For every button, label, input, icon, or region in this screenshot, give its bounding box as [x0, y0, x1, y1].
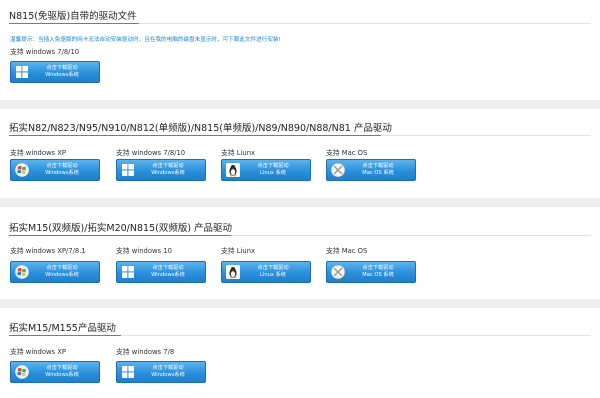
download-button[interactable]: 点击下载驱动 Windows系统 [10, 61, 100, 83]
download-button-windows[interactable]: 点击下载驱动 Windows系统 [116, 361, 206, 383]
button-sublabel: Windows系统 [45, 272, 79, 278]
button-sublabel: Windows系统 [45, 372, 79, 378]
button-label: 点击下载驱动 [152, 365, 184, 371]
button-sublabel: Windows系统 [151, 272, 185, 278]
support-label: 支持 windows 10 [116, 247, 172, 255]
notice-text: 温馨提示：当插入免驱版的网卡无法自动安装驱动时，且在我的电脑的磁盘未显示时，可下… [10, 37, 281, 43]
windows-xp-icon [15, 265, 29, 279]
linux-penguin-icon [226, 265, 240, 279]
section-title: 拓实M15/M155产品驱动 [9, 323, 116, 334]
button-label: 点击下载驱动 [362, 265, 394, 271]
support-label: 支持 windows 7/8 [116, 348, 175, 356]
download-button-mac-os[interactable]: 点击下载驱动 Mac OS 系统 [326, 159, 416, 181]
windows-icon [121, 265, 135, 279]
support-label: 支持 Liunx [221, 149, 256, 157]
button-label: 点击下载驱动 [362, 163, 394, 169]
windows-icon [15, 65, 29, 79]
support-label: 支持 windows 7/8/10 [10, 48, 80, 56]
button-sublabel: Linux 系统 [259, 272, 286, 278]
section-title: N815(免驱版)自带的驱动文件 [9, 11, 137, 22]
driver-section-n82-series: 拓实N82/N823/N95/N910/N812(单频版)/N815(单频版)/… [0, 109, 600, 198]
download-button-linux[interactable]: 点击下载驱动 Linux 系统 [221, 159, 311, 181]
windows-xp-icon [15, 365, 29, 379]
download-button-windows[interactable]: 点击下载驱动 Windows系统 [116, 159, 206, 181]
download-button-windows[interactable]: 点击下载驱动 Windows系统 [116, 261, 206, 283]
support-label: 支持 Mac OS [326, 247, 368, 255]
mac-os-icon [331, 265, 345, 279]
button-sublabel: Windows系统 [45, 72, 79, 78]
section-title: 拓实M15(双频版)/拓实M20/N815(双频版) 产品驱动 [9, 223, 233, 234]
support-label: 支持 windows XP/7/8.1 [10, 247, 86, 255]
button-sublabel: Windows系统 [151, 170, 185, 176]
linux-penguin-icon [226, 163, 240, 177]
button-label: 点击下载驱动 [257, 265, 289, 271]
windows-icon [121, 163, 135, 177]
driver-section-m15-m155: 拓实M15/M155产品驱动 支持 windows XP 点击下载驱动 Windo… [0, 308, 600, 398]
button-sublabel: Windows系统 [45, 170, 79, 176]
support-label: 支持 Liunx [221, 247, 256, 255]
support-label: 支持 windows XP [10, 149, 66, 157]
download-button-windows-xp[interactable]: 点击下载驱动 Windows系统 [10, 361, 100, 383]
section-divider [9, 135, 591, 136]
download-button-windows-xp[interactable]: 点击下载驱动 Windows系统 [10, 159, 100, 181]
button-label: 点击下载驱动 [152, 265, 184, 271]
button-sublabel: Linux 系统 [259, 170, 286, 176]
section-divider [9, 335, 591, 336]
button-sublabel: Windows系统 [151, 372, 185, 378]
button-label: 点击下载驱动 [46, 65, 78, 71]
download-button-linux[interactable]: 点击下载驱动 Linux 系统 [221, 261, 311, 283]
support-label: 支持 windows XP [10, 348, 66, 356]
section-title: 拓实N82/N823/N95/N910/N812(单频版)/N815(单频版)/… [9, 123, 392, 134]
windows-icon [121, 365, 135, 379]
button-label: 点击下载驱动 [46, 265, 78, 271]
windows-xp-icon [15, 163, 29, 177]
button-sublabel: Mac OS 系统 [362, 272, 394, 278]
download-button-mac-os[interactable]: 点击下载驱动 Mac OS 系统 [326, 261, 416, 283]
driver-section-m15-dualband: 拓实M15(双频版)/拓实M20/N815(双频版) 产品驱动 支持 windo… [0, 207, 600, 299]
download-button-windows-xp[interactable]: 点击下载驱动 Windows系统 [10, 261, 100, 283]
section-divider [9, 23, 591, 24]
button-label: 点击下载驱动 [46, 365, 78, 371]
button-sublabel: Mac OS 系统 [362, 170, 394, 176]
driver-section-n815-nodriver: N815(免驱版)自带的驱动文件 温馨提示：当插入免驱版的网卡无法自动安装驱动时… [0, 0, 600, 100]
button-label: 点击下载驱动 [152, 163, 184, 169]
section-divider [9, 235, 591, 236]
button-label: 点击下载驱动 [257, 163, 289, 169]
support-label: 支持 Mac OS [326, 149, 368, 157]
support-label: 支持 windows 7/8/10 [116, 149, 186, 157]
button-label: 点击下载驱动 [46, 163, 78, 169]
mac-os-icon [331, 163, 345, 177]
